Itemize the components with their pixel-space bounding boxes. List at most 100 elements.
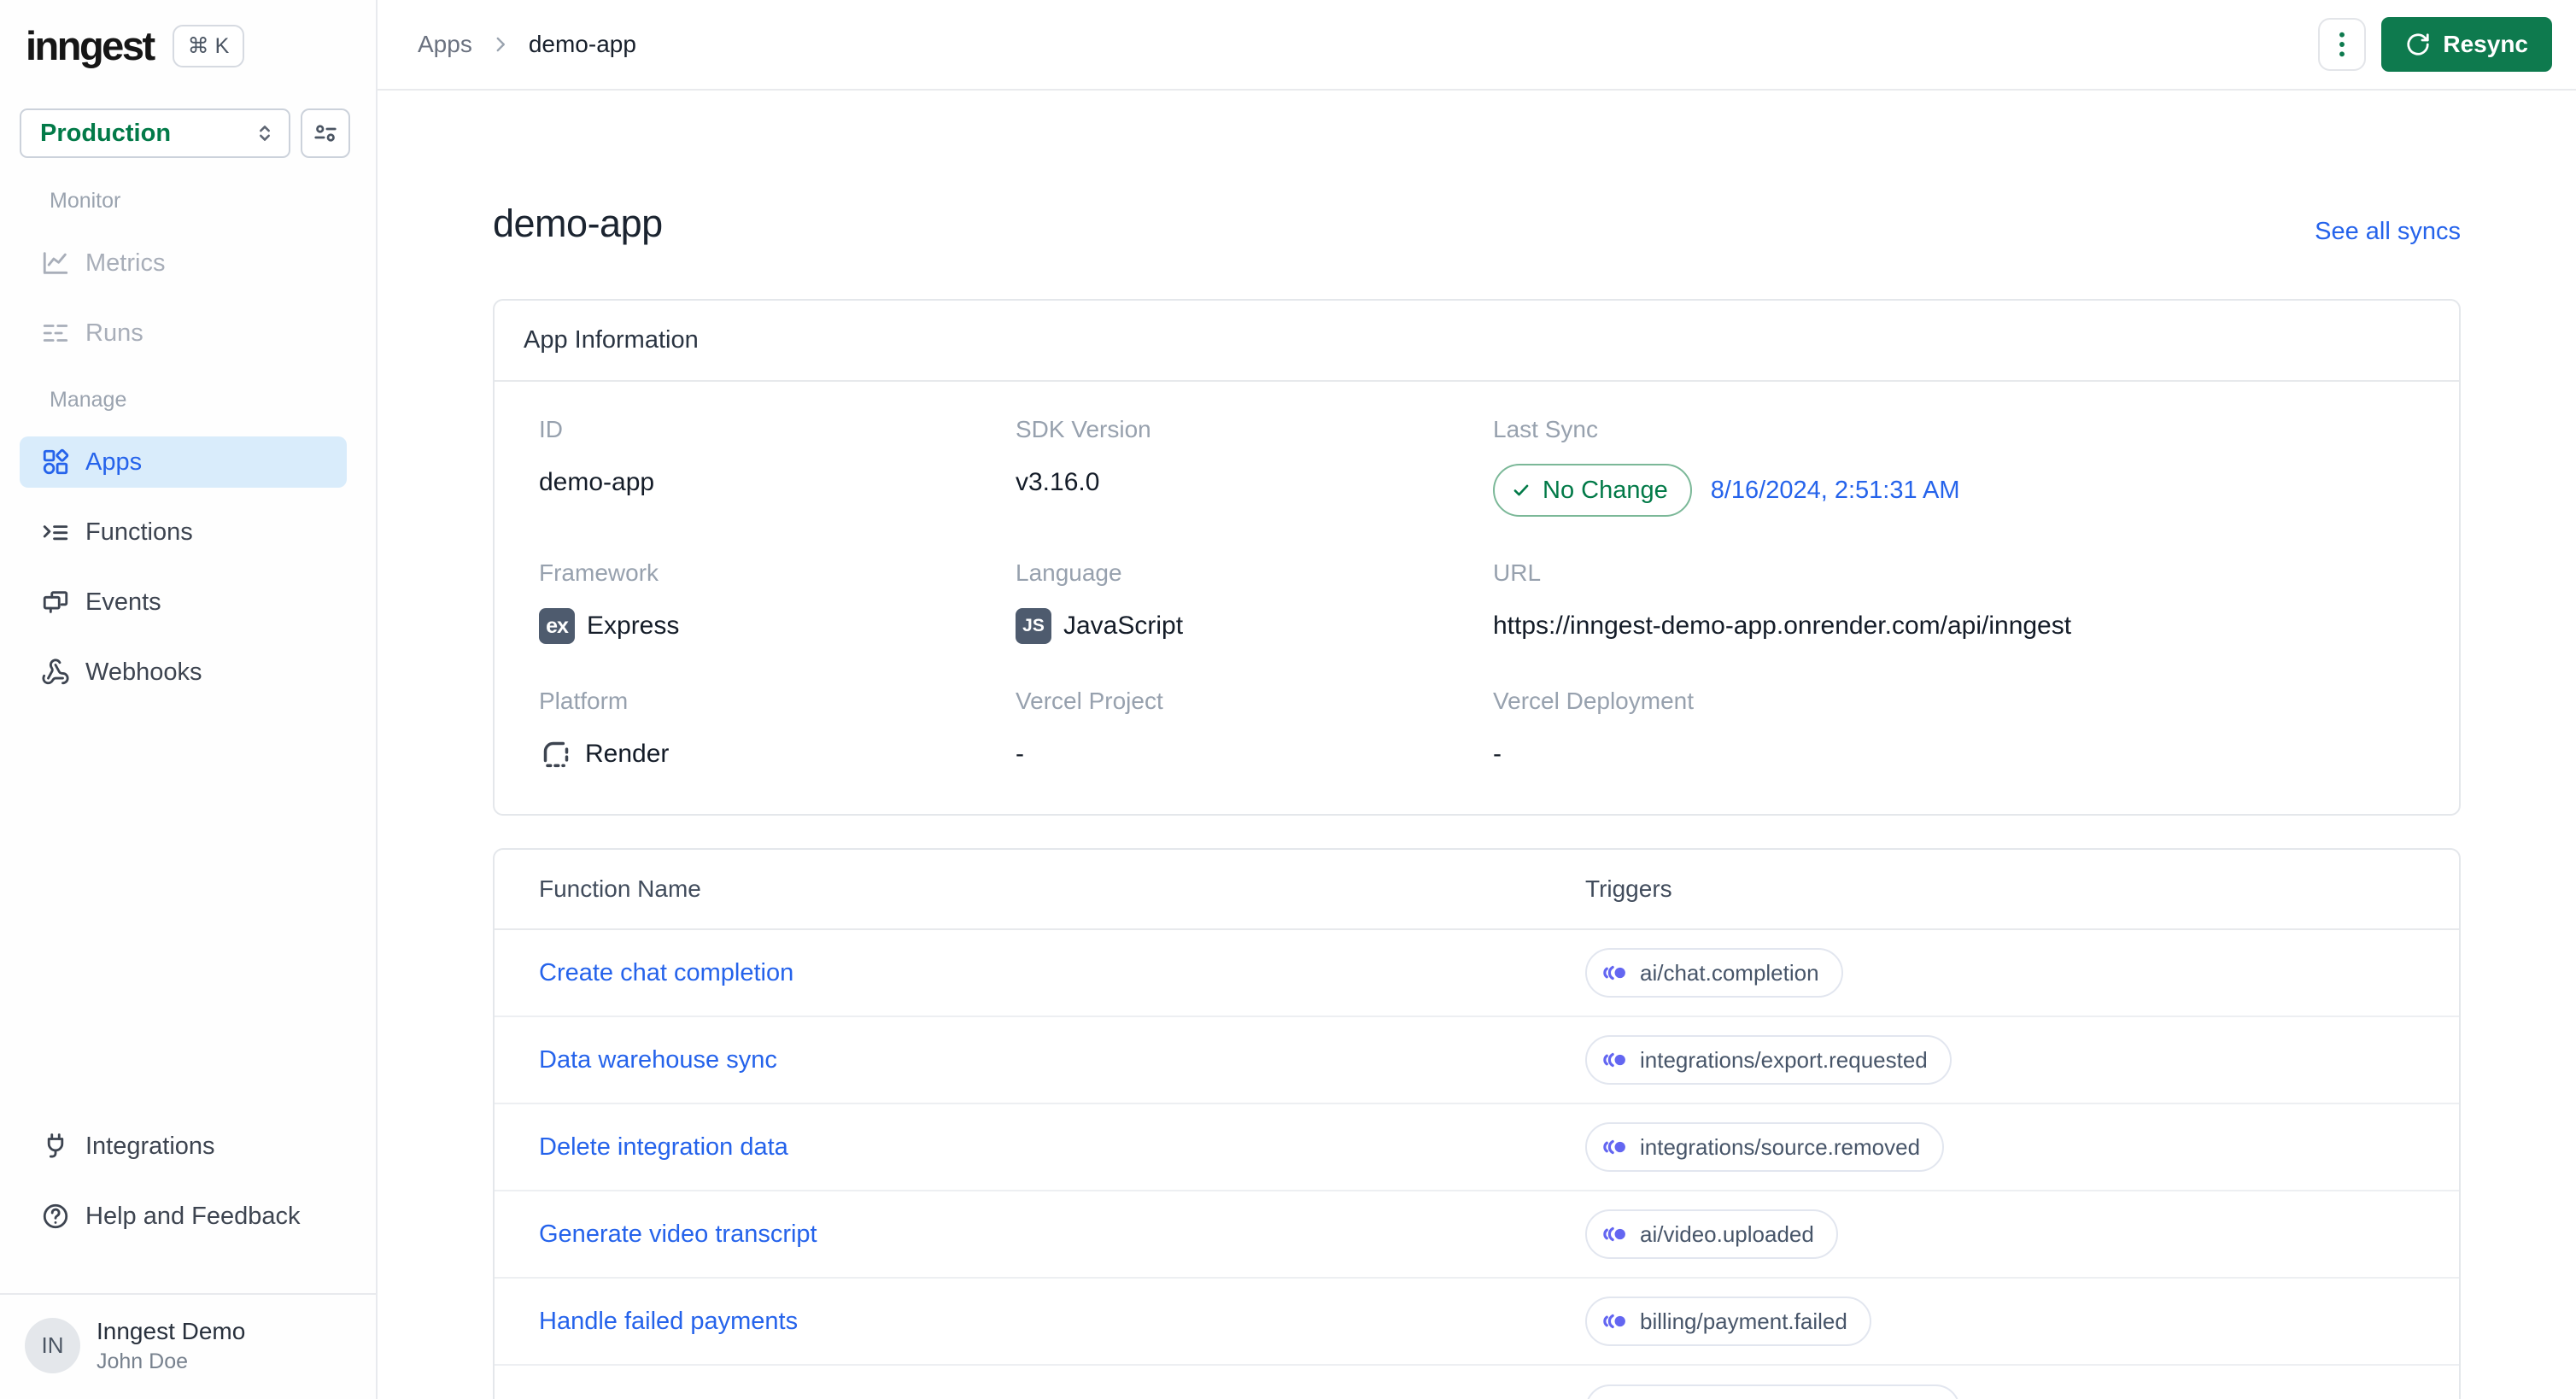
resync-button[interactable]: Resync bbox=[2381, 17, 2552, 72]
function-link[interactable]: Data warehouse sync bbox=[539, 1046, 1585, 1074]
field-last-sync: Last Sync No Change 8/16/2024, 2:51:31 A… bbox=[1493, 416, 2430, 517]
section-label-monitor: Monitor bbox=[50, 189, 121, 213]
function-row[interactable]: Delete integration data integrations/sou… bbox=[495, 1104, 2459, 1191]
field-label: Framework bbox=[539, 559, 659, 586]
dashed-list-icon bbox=[41, 319, 70, 348]
sliders-icon bbox=[313, 120, 338, 146]
page-title: demo-app bbox=[493, 202, 663, 245]
breadcrumb: Apps demo-app bbox=[418, 31, 636, 58]
trigger-badge: ai/chat.completion bbox=[1585, 948, 1843, 998]
field-value: v3.16.0 bbox=[1016, 468, 1100, 496]
breadcrumb-apps-link[interactable]: Apps bbox=[418, 31, 472, 58]
function-row[interactable]: Import data pipeline integrations/source… bbox=[495, 1366, 2459, 1399]
sidebar-item-runs[interactable]: Runs bbox=[20, 307, 347, 359]
framework-value: Express bbox=[587, 612, 680, 640]
inngest-logo: inngest bbox=[26, 23, 155, 68]
sidebar-item-apps[interactable]: Apps bbox=[20, 436, 347, 488]
trigger-name: integrations/export.requested bbox=[1640, 1046, 1928, 1073]
javascript-icon: JS bbox=[1016, 608, 1051, 644]
event-trigger-icon bbox=[1601, 1135, 1629, 1159]
function-link[interactable]: Handle failed payments bbox=[539, 1308, 1585, 1336]
no-change-badge-label: No Change bbox=[1543, 476, 1668, 504]
functions-table-header: Function Name Triggers bbox=[495, 850, 2459, 930]
sidebar-item-metrics[interactable]: Metrics bbox=[20, 237, 347, 289]
field-label: Language bbox=[1016, 559, 1122, 586]
last-sync-value: No Change 8/16/2024, 2:51:31 AM bbox=[1493, 464, 2430, 517]
app-root: inngest ⌘ K Production Monitor Metrics R… bbox=[0, 0, 2576, 1399]
function-row[interactable]: Generate video transcript ai/video.uploa… bbox=[495, 1191, 2459, 1279]
trigger-name: ai/video.uploaded bbox=[1640, 1220, 1814, 1247]
field-value: Render bbox=[539, 735, 1016, 773]
column-header-function-name: Function Name bbox=[539, 875, 701, 902]
chevrons-up-down-icon bbox=[253, 121, 277, 145]
trigger-badge: integrations/source.connected bbox=[1585, 1384, 1960, 1399]
field-sdk-version: SDK Version v3.16.0 bbox=[1016, 416, 1493, 517]
sidebar-item-label: Help and Feedback bbox=[85, 1202, 301, 1230]
field-value: - bbox=[1493, 740, 1502, 768]
express-icon: ex bbox=[539, 608, 575, 644]
function-row[interactable]: Handle failed payments billing/payment.f… bbox=[495, 1279, 2459, 1366]
function-link[interactable]: Generate video transcript bbox=[539, 1220, 1585, 1249]
topbar: Apps demo-app Resync bbox=[378, 0, 2576, 91]
environment-settings-button[interactable] bbox=[301, 108, 350, 158]
shapes-grid-icon bbox=[41, 448, 70, 477]
last-sync-date-link[interactable]: 8/16/2024, 2:51:31 AM bbox=[1711, 477, 1960, 505]
line-chart-icon bbox=[41, 249, 70, 278]
sidebar-item-help-feedback[interactable]: Help and Feedback bbox=[20, 1191, 347, 1242]
event-trigger-icon bbox=[1601, 961, 1629, 985]
manage-group: Apps Functions Events Webhooks bbox=[0, 436, 376, 698]
function-link[interactable]: Import data pipeline bbox=[539, 1396, 1585, 1399]
field-platform: Platform Render bbox=[539, 688, 1016, 773]
plug-icon bbox=[41, 1132, 70, 1161]
function-list-icon bbox=[41, 518, 70, 547]
sidebar-bottom: Integrations Help and Feedback IN Innges… bbox=[0, 1121, 376, 1399]
field-label: Last Sync bbox=[1493, 416, 1598, 442]
trigger-badge: integrations/source.removed bbox=[1585, 1122, 1945, 1172]
see-all-syncs-link[interactable]: See all syncs bbox=[2315, 218, 2461, 246]
sidebar-item-integrations[interactable]: Integrations bbox=[20, 1121, 347, 1172]
app-information-title: App Information bbox=[495, 301, 2459, 382]
user-menu[interactable]: IN Inngest Demo John Doe bbox=[0, 1293, 376, 1399]
function-link[interactable]: Delete integration data bbox=[539, 1133, 1585, 1162]
field-label: Platform bbox=[539, 688, 629, 714]
sidebar-item-events[interactable]: Events bbox=[20, 577, 347, 628]
field-value: JS JavaScript bbox=[1016, 607, 1493, 645]
function-link[interactable]: Create chat completion bbox=[539, 959, 1585, 987]
topbar-actions: Resync bbox=[2318, 17, 2552, 72]
field-vercel-project: Vercel Project - bbox=[1016, 688, 1493, 773]
event-trigger-icon bbox=[1601, 1309, 1629, 1333]
environment-selector[interactable]: Production bbox=[20, 108, 290, 158]
user-name: John Doe bbox=[97, 1349, 189, 1373]
monitor-group: Metrics Runs bbox=[0, 237, 376, 359]
sidebar-item-webhooks[interactable]: Webhooks bbox=[20, 647, 347, 698]
environment-selector-value: Production bbox=[40, 119, 172, 147]
function-row[interactable]: Data warehouse sync integrations/export.… bbox=[495, 1017, 2459, 1104]
help-circle-icon bbox=[41, 1202, 70, 1231]
field-value: - bbox=[1016, 740, 1024, 768]
language-value: JavaScript bbox=[1063, 612, 1184, 640]
field-label: SDK Version bbox=[1016, 416, 1151, 442]
trigger-name: integrations/source.connected bbox=[1640, 1396, 1936, 1399]
app-information-card: App Information ID demo-app SDK Version … bbox=[493, 299, 2461, 816]
field-framework: Framework ex Express bbox=[539, 559, 1016, 645]
trigger-name: ai/chat.completion bbox=[1640, 959, 1819, 986]
trigger-badge: billing/payment.failed bbox=[1585, 1297, 1871, 1346]
function-row[interactable]: Create chat completion ai/chat.completio… bbox=[495, 930, 2459, 1017]
field-vercel-deployment: Vercel Deployment - bbox=[1493, 688, 2430, 773]
content-area: demo-app See all syncs App Information I… bbox=[378, 91, 2576, 1399]
app-actions-menu-button[interactable] bbox=[2318, 18, 2367, 71]
field-value: ex Express bbox=[539, 607, 1016, 645]
field-label: ID bbox=[539, 416, 563, 442]
event-trigger-icon bbox=[1601, 1048, 1629, 1072]
column-header-triggers: Triggers bbox=[1585, 875, 1672, 902]
sidebar-item-functions[interactable]: Functions bbox=[20, 506, 347, 558]
title-row: demo-app See all syncs bbox=[493, 202, 2461, 246]
field-value: demo-app bbox=[539, 468, 655, 496]
field-label: Vercel Project bbox=[1016, 688, 1163, 714]
avatar: IN bbox=[25, 1317, 80, 1373]
trigger-name: integrations/source.removed bbox=[1640, 1133, 1921, 1160]
webhook-icon bbox=[41, 658, 70, 687]
command-k-shortcut[interactable]: ⌘ K bbox=[172, 24, 245, 67]
environment-row: Production bbox=[20, 108, 350, 158]
breadcrumb-current: demo-app bbox=[528, 31, 636, 57]
